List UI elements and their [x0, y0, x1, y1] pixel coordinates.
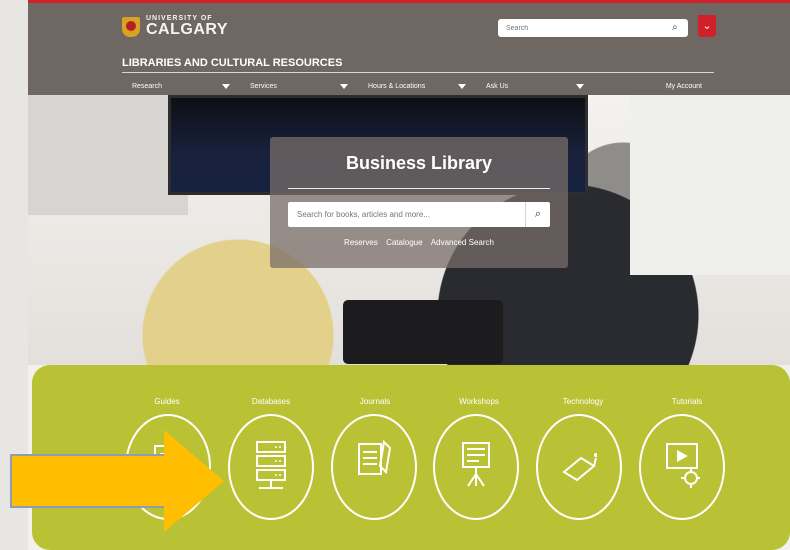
- nav-label: My Account: [665, 82, 702, 90]
- nav-hours-locations[interactable]: Hours & Locations: [358, 79, 476, 93]
- site-search-box: ⌕: [498, 19, 688, 37]
- header: UNIVERSITY OF CALGARY ⌕ ⌄ LIBRARIES AND …: [28, 0, 790, 95]
- nav-label: Research: [132, 82, 162, 90]
- crest-icon: [122, 16, 140, 37]
- library-search-box: ⌕: [288, 202, 550, 227]
- label-guides: Guides: [154, 397, 180, 406]
- label-workshops: Workshops: [459, 397, 499, 406]
- nav-my-account[interactable]: My Account: [594, 79, 712, 93]
- label-technology: Technology: [562, 397, 604, 406]
- technology-icon: [562, 453, 598, 482]
- nav-label: Ask Us: [486, 82, 509, 90]
- arrow-head: [164, 430, 224, 532]
- journal-icon: [357, 439, 391, 475]
- library-search-input[interactable]: [288, 209, 525, 220]
- link-reserves[interactable]: Reserves: [344, 238, 378, 247]
- divider: [122, 72, 714, 73]
- arrow-shaft: [10, 454, 168, 508]
- chevron-down-icon[interactable]: ⌄: [698, 15, 716, 37]
- site-search-input[interactable]: [504, 23, 672, 33]
- link-advanced-search[interactable]: Advanced Search: [431, 238, 494, 247]
- university-logo[interactable]: UNIVERSITY OF CALGARY: [122, 15, 228, 38]
- nav-label: Services: [250, 82, 277, 90]
- label-journals: Journals: [359, 397, 391, 406]
- caret-down-icon: [458, 83, 466, 89]
- workshops-button[interactable]: [433, 414, 520, 524]
- nav-research[interactable]: Research: [122, 79, 240, 93]
- workshop-icon: [462, 442, 491, 487]
- caret-down-icon: [576, 83, 584, 89]
- technology-button[interactable]: [536, 414, 623, 524]
- search-icon[interactable]: ⌕: [672, 23, 682, 33]
- tutorial-icon: [665, 443, 700, 488]
- nav-services[interactable]: Services: [240, 79, 358, 93]
- library-title: Business Library: [345, 153, 493, 173]
- tutorials-button[interactable]: [638, 414, 725, 524]
- section-title: LIBRARIES AND CULTURAL RESOURCES: [122, 57, 343, 69]
- brand-text: UNIVERSITY OF CALGARY: [146, 15, 228, 38]
- highlight-arrow: [10, 430, 224, 532]
- hero-background-right: [630, 95, 790, 275]
- database-icon: [255, 441, 286, 489]
- keyboard-graphic: [343, 300, 503, 364]
- resource-labels: Guides Databases Journals Workshops Tech…: [117, 397, 737, 406]
- search-icon[interactable]: ⌕: [526, 202, 550, 227]
- hero-background-left: [28, 95, 188, 215]
- journals-button[interactable]: [330, 414, 417, 524]
- nav-ask-us[interactable]: Ask Us: [476, 79, 594, 93]
- caret-down-icon: [222, 83, 230, 89]
- link-catalogue[interactable]: Catalogue: [386, 238, 422, 247]
- caret-down-icon: [340, 83, 348, 89]
- hero-links: Reserves Catalogue Advanced Search: [270, 238, 568, 247]
- brand-bottom: CALGARY: [146, 21, 229, 38]
- title-divider: [288, 188, 550, 189]
- nav-label: Hours & Locations: [368, 82, 426, 90]
- hero-search-panel: Business Library ⌕ Reserves Catalogue Ad…: [270, 137, 568, 268]
- databases-button[interactable]: [227, 414, 314, 524]
- label-databases: Databases: [251, 397, 291, 406]
- main-nav: Research Services Hours & Locations Ask …: [122, 79, 714, 93]
- label-tutorials: Tutorials: [671, 397, 703, 406]
